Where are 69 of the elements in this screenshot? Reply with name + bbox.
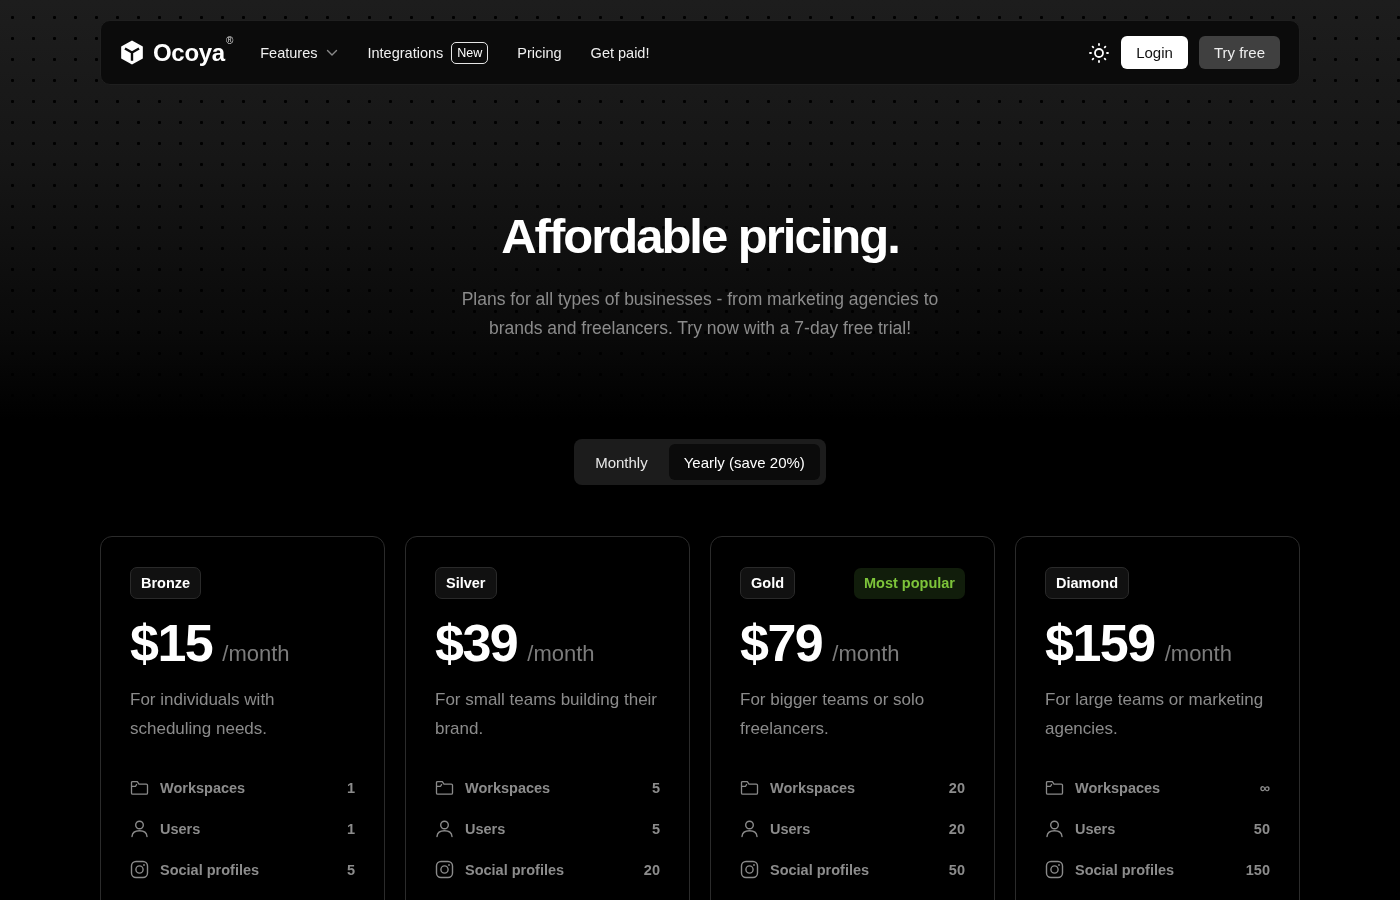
plan-price: $79 [740, 613, 823, 673]
page-subtitle: Plans for all types of businesses - from marketing agencies to brands and freelancers. Try now with a 7-day free trial! [460, 288, 940, 340]
folder-icon [435, 778, 454, 797]
feature-value: 50 [948, 861, 965, 878]
billing-option[interactable]: Monthly [579, 444, 664, 480]
camera-icon [740, 860, 759, 879]
feature-value: 1 [346, 779, 355, 796]
folder-icon [1045, 778, 1064, 797]
feature-label: Social profiles [1075, 861, 1176, 878]
feature-value: 1 [346, 820, 355, 837]
user-icon [130, 819, 149, 838]
user-icon [740, 819, 759, 838]
folder-icon [130, 778, 149, 797]
nav-link[interactable]: Pricing [517, 44, 562, 61]
feature-label: Users [465, 820, 507, 837]
feature-label: Workspaces [465, 779, 552, 796]
feature-label: Workspaces [770, 779, 857, 796]
feature-label: Users [160, 820, 202, 837]
feature-value: 20 [948, 820, 965, 837]
feature-value: 5 [651, 779, 660, 796]
feature-value: ∞ [1259, 779, 1270, 796]
feature-label: Users [770, 820, 812, 837]
folder-icon [740, 778, 759, 797]
user-icon [435, 819, 454, 838]
feature-label: Social profiles [465, 861, 566, 878]
features-menu-link[interactable]: Features [260, 44, 339, 61]
page-heading: Affordable pricing. [500, 208, 900, 264]
sun-icon[interactable] [1089, 42, 1110, 63]
plan-name-badge: Gold [740, 567, 796, 599]
feature-label: Social profiles [770, 861, 871, 878]
feature-label: Users [1075, 820, 1117, 837]
camera-icon [435, 860, 454, 879]
price-period: /month [222, 641, 290, 667]
new-badge: New [451, 41, 489, 64]
nav-link[interactable]: Get paid! [590, 44, 650, 61]
feature-label: Workspaces [1075, 779, 1162, 796]
price-period: /month [1164, 641, 1232, 667]
feature-value: 20 [643, 861, 660, 878]
plan-price: $159 [1045, 613, 1155, 673]
cube-logo-icon [119, 39, 145, 66]
feature-label: Workspaces [160, 779, 247, 796]
feature-value: 5 [651, 820, 660, 837]
feature-value: 50 [1253, 820, 1270, 837]
plan-description: For large teams or marketing agencies. [1045, 689, 1265, 740]
user-icon [1045, 819, 1064, 838]
plan-name-badge: Silver [435, 567, 497, 599]
camera-icon [130, 860, 149, 879]
feature-value: 150 [1245, 861, 1270, 878]
plan-name-badge: Bronze [130, 567, 202, 599]
registered-mark: ® [225, 34, 234, 46]
plan-description: For individuals with scheduling needs. [130, 689, 276, 740]
plan-description: For small teams building their brand. [435, 689, 659, 740]
price-period: /month [832, 641, 900, 667]
popular-badge: Most popular [853, 567, 965, 599]
plan-price: $39 [435, 613, 518, 673]
brand-name[interactable]: Ocoya [153, 38, 225, 67]
plan-name-badge: Diamond [1045, 567, 1130, 599]
price-period: /month [527, 641, 595, 667]
nav-link[interactable]: Integrations [367, 44, 444, 61]
camera-icon [1045, 860, 1064, 879]
login-button[interactable]: Login [1121, 36, 1188, 69]
plan-description: For bigger teams or solo freelancers. [740, 689, 926, 740]
feature-value: 5 [346, 861, 355, 878]
feature-label: Social profiles [160, 861, 261, 878]
billing-option[interactable]: Yearly (save 20%) [668, 444, 820, 480]
chevron-down-icon [326, 48, 339, 57]
plan-price: $15 [130, 613, 213, 673]
try-free-button[interactable]: Try free [1198, 36, 1280, 69]
feature-value: 20 [948, 779, 965, 796]
